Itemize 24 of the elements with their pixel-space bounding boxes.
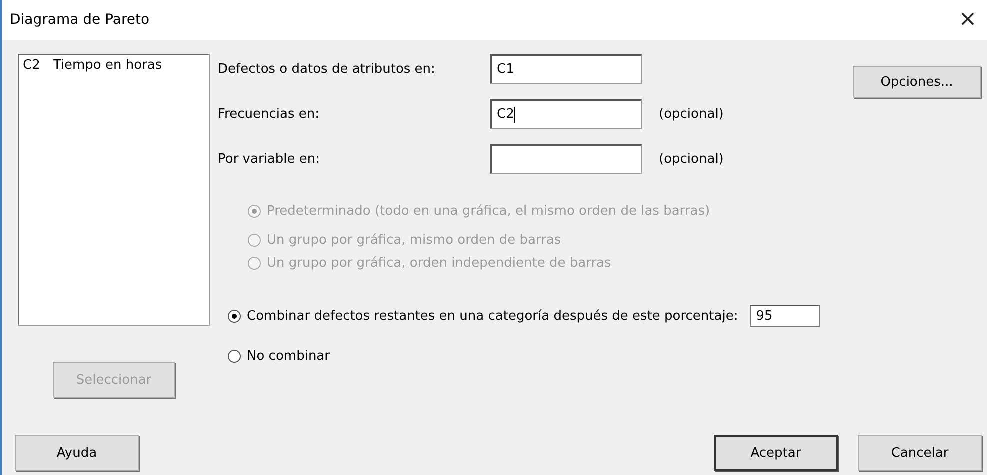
field-label: Frecuencias en: <box>218 106 320 122</box>
input-field[interactable] <box>490 144 642 174</box>
field-label: Defectos o datos de atributos en: <box>218 62 436 76</box>
radio-button[interactable] <box>228 350 241 363</box>
field-label: Por variable en: <box>218 152 322 166</box>
window-title: Diagrama de Pareto <box>10 12 150 28</box>
dialog-button[interactable]: Cancelar <box>858 435 982 471</box>
optional-note: (opcional) <box>658 106 724 122</box>
close-icon[interactable]: × <box>953 9 983 31</box>
radio-label: No combinar <box>247 349 330 364</box>
input-field[interactable]: C1 <box>490 54 642 84</box>
dialog-button[interactable]: Ayuda <box>15 435 139 471</box>
radio-label: Un grupo por gráfica, mismo orden de barras <box>267 233 562 248</box>
input-field[interactable]: C2 <box>490 99 642 129</box>
radio-button[interactable] <box>228 310 241 322</box>
variable-list[interactable]: C2 Tiempo en horas <box>18 54 210 326</box>
variable-item[interactable]: C2 Tiempo en horas <box>21 58 207 73</box>
options-button[interactable]: Opciones... <box>853 66 981 98</box>
radio-label: Combinar defectos restantes en una categoría después de este porcentaje: <box>247 308 738 324</box>
percentage-field[interactable]: 95 <box>750 305 820 327</box>
dialog-button[interactable]: Aceptar <box>714 435 838 471</box>
radio-label: Un grupo por gráfica, orden independiente de barras <box>267 256 612 271</box>
optional-note: (opcional) <box>658 152 724 166</box>
radio-label: Predeterminado (todo en una gráfica, el mismo orden de las barras) <box>267 204 710 219</box>
